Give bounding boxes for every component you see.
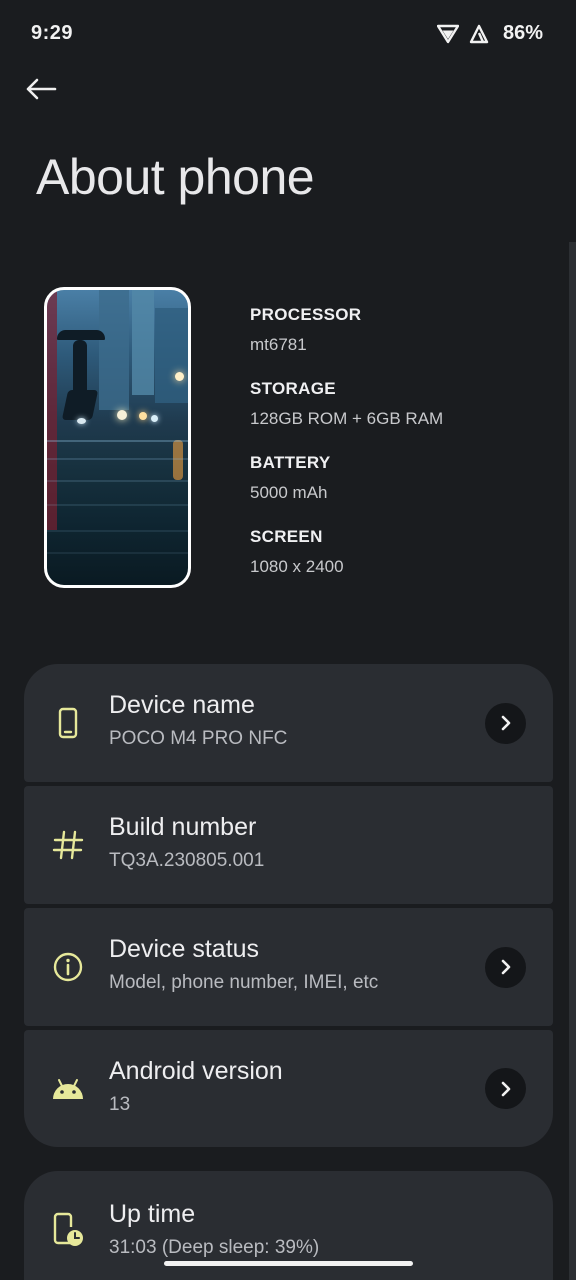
spec-value: 128GB ROM + 6GB RAM: [250, 409, 444, 428]
page-title: About phone: [36, 149, 315, 205]
spec-processor: PROCESSOR mt6781: [250, 305, 550, 356]
battery-level: 86%: [502, 22, 543, 44]
setting-subtitle: TQ3A.230805.001: [109, 850, 265, 871]
about-phone-screen: 9:29 86% About phone PROCESSOR mt6781 ST…: [0, 0, 576, 1280]
setting-subtitle: Model, phone number, IMEI, etc: [109, 972, 379, 993]
spec-list: PROCESSOR mt6781 STORAGE 128GB ROM + 6GB…: [250, 305, 550, 601]
spec-value: mt6781: [250, 335, 307, 354]
chevron-right-button[interactable]: [485, 1068, 526, 1109]
setting-title: Device status: [109, 935, 260, 963]
chevron-right-icon: [501, 1081, 510, 1096]
status-bar: 9:29 86%: [0, 0, 576, 70]
phone-clock-icon: [50, 1212, 86, 1248]
phone-icon: [50, 705, 86, 741]
spec-battery: BATTERY 5000 mAh: [250, 453, 550, 504]
spec-value: 5000 mAh: [250, 483, 328, 502]
hash-icon: [50, 827, 86, 863]
spec-storage: STORAGE 128GB ROM + 6GB RAM: [250, 379, 550, 430]
spec-screen: SCREEN 1080 x 2400: [250, 527, 550, 578]
status-icons: 86%: [436, 22, 543, 45]
setting-android-version[interactable]: Android version 13: [24, 1030, 553, 1147]
setting-build-number[interactable]: Build number TQ3A.230805.001: [24, 786, 553, 904]
setting-title: Android version: [109, 1057, 283, 1085]
scrollbar[interactable]: [569, 242, 576, 1280]
signal-icon: [469, 24, 489, 44]
chevron-right-icon: [501, 959, 510, 975]
android-icon: [50, 1071, 86, 1107]
spec-label: PROCESSOR: [250, 305, 362, 324]
chevron-right-button[interactable]: [485, 702, 526, 744]
spec-label: SCREEN: [250, 527, 323, 546]
spec-label: STORAGE: [250, 379, 336, 398]
spec-value: 1080 x 2400: [250, 557, 344, 576]
arrow-back-icon: [25, 77, 57, 106]
info-icon: [50, 949, 86, 985]
wifi-icon: [436, 24, 459, 44]
back-button[interactable]: [18, 70, 64, 112]
setting-device-name[interactable]: Device name POCO M4 PRO NFC: [24, 664, 553, 782]
spec-label: BATTERY: [250, 453, 331, 472]
phone-illustration: [44, 287, 191, 588]
chevron-right-button[interactable]: [485, 946, 526, 988]
setting-device-status[interactable]: Device status Model, phone number, IMEI,…: [24, 908, 553, 1026]
setting-title: Device name: [109, 691, 255, 719]
setting-title: Up time: [109, 1200, 196, 1228]
setting-subtitle: POCO M4 PRO NFC: [109, 728, 288, 749]
setting-subtitle: 13: [109, 1094, 131, 1115]
status-time: 9:29: [31, 22, 74, 44]
setting-title: Build number: [109, 813, 257, 841]
chevron-right-icon: [501, 715, 510, 731]
gesture-nav-bar[interactable]: [164, 1261, 413, 1266]
setting-subtitle: 31:03 (Deep sleep: 39%): [109, 1237, 320, 1258]
